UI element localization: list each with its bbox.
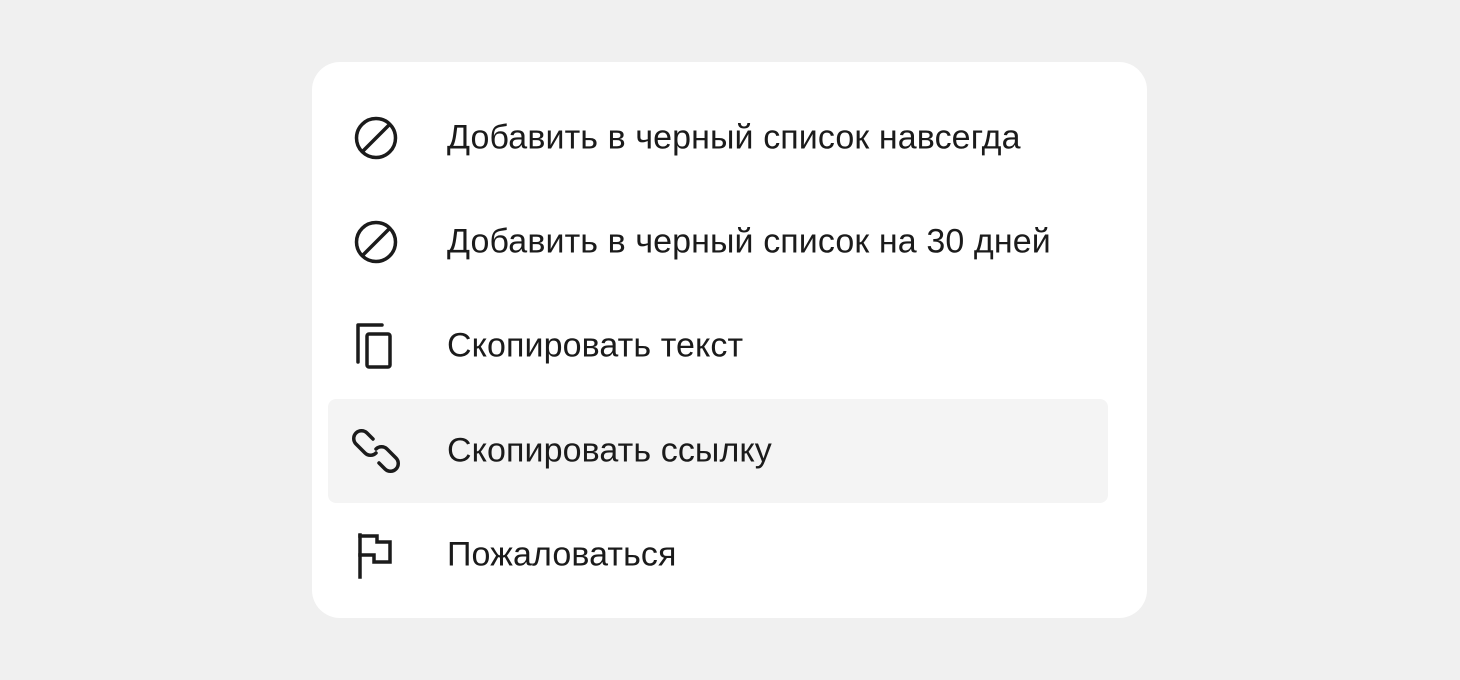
menu-item-label: Скопировать текст <box>447 326 744 365</box>
menu-item-label: Добавить в черный список на 30 дней <box>447 222 1051 261</box>
block-icon <box>348 110 404 166</box>
menu-item-blacklist-30-days[interactable]: Добавить в черный список на 30 дней <box>328 190 1108 294</box>
flag-icon <box>348 527 404 583</box>
menu-item-copy-link[interactable]: Скопировать ссылку <box>328 399 1108 503</box>
context-menu: Добавить в черный список навсегда Добави… <box>312 62 1147 618</box>
menu-item-copy-text[interactable]: Скопировать текст <box>328 294 1108 398</box>
copy-icon <box>348 318 404 374</box>
menu-item-blacklist-forever[interactable]: Добавить в черный список навсегда <box>328 86 1108 190</box>
menu-item-label: Пожаловаться <box>447 535 677 574</box>
link-icon <box>348 423 404 479</box>
menu-item-label: Добавить в черный список навсегда <box>447 118 1021 157</box>
menu-item-report[interactable]: Пожаловаться <box>328 503 1108 607</box>
block-icon <box>348 214 404 270</box>
menu-item-label: Скопировать ссылку <box>447 431 772 470</box>
